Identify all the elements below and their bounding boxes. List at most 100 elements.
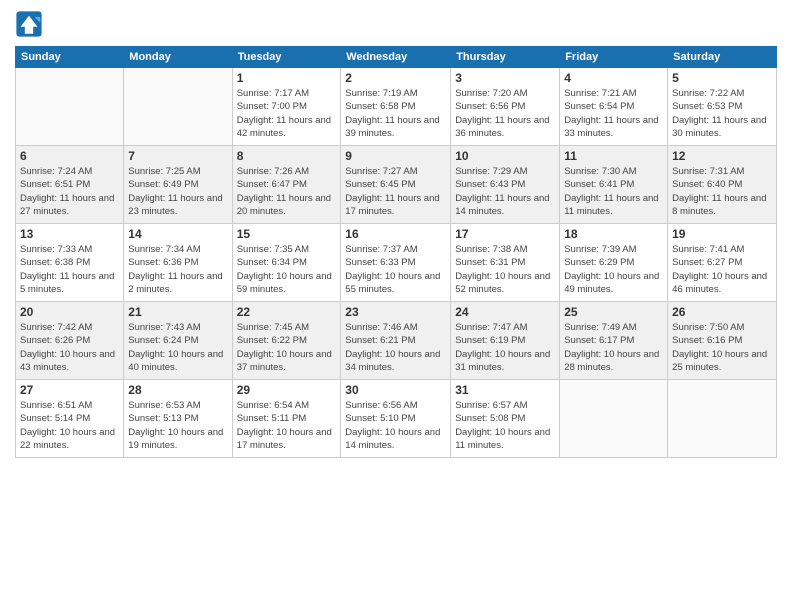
day-number: 6 [20, 149, 119, 163]
col-header-monday: Monday [124, 47, 232, 68]
calendar-cell: 17Sunrise: 7:38 AM Sunset: 6:31 PM Dayli… [451, 224, 560, 302]
day-info: Sunrise: 7:37 AM Sunset: 6:33 PM Dayligh… [345, 243, 446, 296]
day-info: Sunrise: 7:42 AM Sunset: 6:26 PM Dayligh… [20, 321, 119, 374]
day-number: 15 [237, 227, 337, 241]
calendar-cell: 25 Sunrise: 7:49 AM Sunset: 6:17 PM Dayli… [560, 302, 668, 380]
day-number: 19 [672, 227, 772, 241]
day-number: 2 [345, 71, 446, 85]
day-info: Sunrise: 6:56 AM Sunset: 5:10 PM Dayligh… [345, 399, 446, 452]
calendar-cell: 9 Sunrise: 7:27 AM Sunset: 6:45 PM Daylig… [341, 146, 451, 224]
calendar-cell: 3Sunrise: 7:20 AM Sunset: 6:56 PM Daylig… [451, 68, 560, 146]
day-info: Sunrise: 7:19 AM Sunset: 6:58 PM Dayligh… [345, 87, 446, 140]
day-number: 30 [345, 383, 446, 397]
day-info: Sunrise: 7:29 AM Sunset: 6:43 PM Dayligh… [455, 165, 555, 218]
day-number: 27 [20, 383, 119, 397]
calendar-cell: 12 Sunrise: 7:31 AM Sunset: 6:40 PM Dayli… [668, 146, 777, 224]
day-number: 11 [564, 149, 663, 163]
day-info: Sunrise: 7:27 AM Sunset: 6:45 PM Dayligh… [345, 165, 446, 218]
calendar-cell: 15 Sunrise: 7:35 AM Sunset: 6:34 PM Dayli… [232, 224, 341, 302]
day-number: 28 [128, 383, 227, 397]
day-number: 31 [455, 383, 555, 397]
calendar-cell: 7 Sunrise: 7:25 AM Sunset: 6:49 PM Daylig… [124, 146, 232, 224]
day-number: 18 [564, 227, 663, 241]
calendar-cell: 24 Sunrise: 7:47 AM Sunset: 6:19 PM Dayli… [451, 302, 560, 380]
day-info: Sunrise: 7:35 AM Sunset: 6:34 PM Dayligh… [237, 243, 337, 296]
logo [15, 10, 45, 38]
calendar: SundayMondayTuesdayWednesdayThursdayFrid… [15, 46, 777, 458]
calendar-header-row: SundayMondayTuesdayWednesdayThursdayFrid… [16, 47, 777, 68]
day-number: 9 [345, 149, 446, 163]
day-info: Sunrise: 6:53 AM Sunset: 5:13 PM Dayligh… [128, 399, 227, 452]
calendar-cell: 4Sunrise: 7:21 AM Sunset: 6:54 PM Daylig… [560, 68, 668, 146]
calendar-cell: 20Sunrise: 7:42 AM Sunset: 6:26 PM Dayli… [16, 302, 124, 380]
col-header-tuesday: Tuesday [232, 47, 341, 68]
day-info: Sunrise: 7:22 AM Sunset: 6:53 PM Dayligh… [672, 87, 772, 140]
day-info: Sunrise: 7:24 AM Sunset: 6:51 PM Dayligh… [20, 165, 119, 218]
col-header-friday: Friday [560, 47, 668, 68]
col-header-thursday: Thursday [451, 47, 560, 68]
calendar-cell: 28 Sunrise: 6:53 AM Sunset: 5:13 PM Dayli… [124, 380, 232, 458]
day-info: Sunrise: 7:50 AM Sunset: 6:16 PM Dayligh… [672, 321, 772, 374]
day-info: Sunrise: 7:26 AM Sunset: 6:47 PM Dayligh… [237, 165, 337, 218]
day-number: 4 [564, 71, 663, 85]
calendar-cell: 6 Sunrise: 7:24 AM Sunset: 6:51 PM Daylig… [16, 146, 124, 224]
col-header-sunday: Sunday [16, 47, 124, 68]
calendar-cell [560, 380, 668, 458]
calendar-cell: 10 Sunrise: 7:29 AM Sunset: 6:43 PM Dayli… [451, 146, 560, 224]
day-info: Sunrise: 7:31 AM Sunset: 6:40 PM Dayligh… [672, 165, 772, 218]
calendar-cell [668, 380, 777, 458]
day-number: 10 [455, 149, 555, 163]
day-number: 21 [128, 305, 227, 319]
day-info: Sunrise: 7:17 AM Sunset: 7:00 PM Dayligh… [237, 87, 337, 140]
calendar-cell: 19Sunrise: 7:41 AM Sunset: 6:27 PM Dayli… [668, 224, 777, 302]
day-info: Sunrise: 7:43 AM Sunset: 6:24 PM Dayligh… [128, 321, 227, 374]
day-info: Sunrise: 7:49 AM Sunset: 6:17 PM Dayligh… [564, 321, 663, 374]
col-header-wednesday: Wednesday [341, 47, 451, 68]
calendar-cell: 2 Sunrise: 7:19 AM Sunset: 6:58 PM Daylig… [341, 68, 451, 146]
calendar-cell: 13 Sunrise: 7:33 AM Sunset: 6:38 PM Dayli… [16, 224, 124, 302]
day-number: 25 [564, 305, 663, 319]
week-row-2: 6 Sunrise: 7:24 AM Sunset: 6:51 PM Daylig… [16, 146, 777, 224]
day-info: Sunrise: 7:25 AM Sunset: 6:49 PM Dayligh… [128, 165, 227, 218]
day-number: 16 [345, 227, 446, 241]
calendar-cell: 11 Sunrise: 7:30 AM Sunset: 6:41 PM Dayli… [560, 146, 668, 224]
page-container: SundayMondayTuesdayWednesdayThursdayFrid… [0, 0, 792, 468]
calendar-cell: 14 Sunrise: 7:34 AM Sunset: 6:36 PM Dayli… [124, 224, 232, 302]
day-number: 26 [672, 305, 772, 319]
calendar-cell: 26 Sunrise: 7:50 AM Sunset: 6:16 PM Dayli… [668, 302, 777, 380]
week-row-5: 27Sunrise: 6:51 AM Sunset: 5:14 PM Dayli… [16, 380, 777, 458]
day-info: Sunrise: 7:34 AM Sunset: 6:36 PM Dayligh… [128, 243, 227, 296]
day-info: Sunrise: 7:39 AM Sunset: 6:29 PM Dayligh… [564, 243, 663, 296]
header [15, 10, 777, 38]
day-number: 1 [237, 71, 337, 85]
day-number: 29 [237, 383, 337, 397]
day-info: Sunrise: 7:30 AM Sunset: 6:41 PM Dayligh… [564, 165, 663, 218]
day-info: Sunrise: 7:20 AM Sunset: 6:56 PM Dayligh… [455, 87, 555, 140]
day-number: 23 [345, 305, 446, 319]
day-number: 14 [128, 227, 227, 241]
week-row-4: 20Sunrise: 7:42 AM Sunset: 6:26 PM Dayli… [16, 302, 777, 380]
calendar-cell: 27Sunrise: 6:51 AM Sunset: 5:14 PM Dayli… [16, 380, 124, 458]
day-number: 12 [672, 149, 772, 163]
day-number: 17 [455, 227, 555, 241]
day-info: Sunrise: 7:45 AM Sunset: 6:22 PM Dayligh… [237, 321, 337, 374]
calendar-cell: 29 Sunrise: 6:54 AM Sunset: 5:11 PM Dayli… [232, 380, 341, 458]
calendar-cell [16, 68, 124, 146]
day-number: 8 [237, 149, 337, 163]
day-number: 5 [672, 71, 772, 85]
logo-icon [15, 10, 43, 38]
day-info: Sunrise: 7:47 AM Sunset: 6:19 PM Dayligh… [455, 321, 555, 374]
calendar-cell [124, 68, 232, 146]
day-number: 13 [20, 227, 119, 241]
day-info: Sunrise: 7:33 AM Sunset: 6:38 PM Dayligh… [20, 243, 119, 296]
calendar-cell: 21 Sunrise: 7:43 AM Sunset: 6:24 PM Dayli… [124, 302, 232, 380]
day-number: 24 [455, 305, 555, 319]
calendar-cell: 1 Sunrise: 7:17 AM Sunset: 7:00 PM Daylig… [232, 68, 341, 146]
day-number: 7 [128, 149, 227, 163]
calendar-cell: 8 Sunrise: 7:26 AM Sunset: 6:47 PM Daylig… [232, 146, 341, 224]
calendar-cell: 23 Sunrise: 7:46 AM Sunset: 6:21 PM Dayli… [341, 302, 451, 380]
week-row-1: 1 Sunrise: 7:17 AM Sunset: 7:00 PM Daylig… [16, 68, 777, 146]
day-info: Sunrise: 7:46 AM Sunset: 6:21 PM Dayligh… [345, 321, 446, 374]
week-row-3: 13 Sunrise: 7:33 AM Sunset: 6:38 PM Dayli… [16, 224, 777, 302]
day-info: Sunrise: 6:54 AM Sunset: 5:11 PM Dayligh… [237, 399, 337, 452]
